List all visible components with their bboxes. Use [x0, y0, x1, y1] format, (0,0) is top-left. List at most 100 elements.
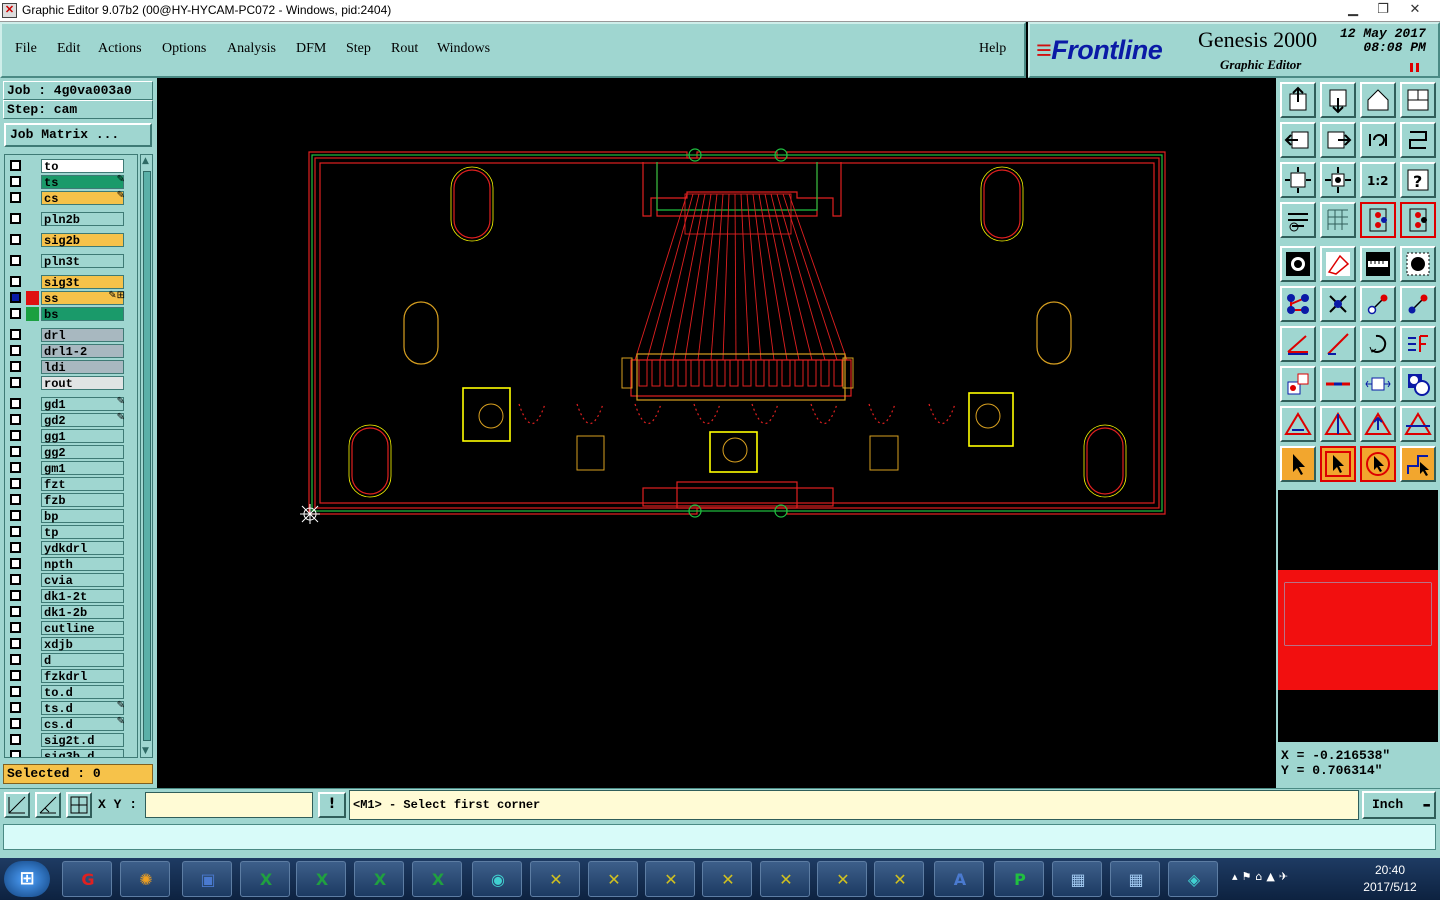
taskbar-genesis-7[interactable]: ✕ — [874, 861, 924, 897]
xy-input[interactable] — [145, 792, 313, 818]
layer-checkbox[interactable] — [10, 377, 21, 388]
layer-checkbox[interactable] — [10, 276, 21, 287]
taskbar-genesis-6[interactable]: ✕ — [817, 861, 867, 897]
layer-checkbox[interactable] — [10, 329, 21, 340]
menu-dfm[interactable]: DFM — [296, 41, 326, 57]
system-tray-icons[interactable]: ▴⚑⌂▲✈ — [1232, 870, 1292, 883]
layer-list[interactable]: to ts ✎ cs ✎ pln2b sig2b pln3t sig3t ss ✎⊞ bs drl drl… — [4, 154, 138, 758]
layer-checkbox[interactable] — [10, 654, 21, 665]
layer-row[interactable]: sig2b — [5, 232, 137, 248]
home-icon[interactable] — [1360, 82, 1396, 118]
scroll-down-icon[interactable]: ▼ — [142, 746, 149, 756]
layer-checkbox[interactable] — [10, 345, 21, 356]
layer-row[interactable]: to — [5, 158, 137, 174]
layer-checkbox[interactable] — [10, 398, 21, 409]
taskbar-app-4[interactable]: X — [240, 861, 290, 897]
layer-name[interactable]: pln3t — [41, 254, 124, 269]
layer-checkbox[interactable] — [10, 734, 21, 745]
layer-row[interactable]: to.d — [5, 684, 137, 700]
layer-row[interactable]: d — [5, 652, 137, 668]
layer-checkbox[interactable] — [10, 558, 21, 569]
add-surface-icon[interactable] — [1400, 246, 1436, 282]
layer-name[interactable]: ts.d — [41, 701, 124, 716]
layer-row[interactable]: ts ✎ — [5, 174, 137, 190]
taskbar-app-9[interactable]: A — [934, 861, 984, 897]
exclamation-icon[interactable]: ! — [318, 792, 346, 818]
layer-checkbox[interactable] — [10, 192, 21, 203]
layer-name[interactable]: cs — [41, 191, 124, 206]
help-question-icon[interactable]: ? — [1400, 162, 1436, 198]
layer-compare-alt-icon[interactable] — [1400, 202, 1436, 238]
layer-row[interactable]: sig3b.d — [5, 748, 137, 757]
layer-row[interactable]: dk1-2b — [5, 604, 137, 620]
layer-name[interactable]: gg2 — [41, 445, 124, 460]
angle-icon[interactable] — [1280, 326, 1316, 362]
layer-row[interactable]: fzb — [5, 492, 137, 508]
layer-name[interactable]: gd1 — [41, 397, 124, 412]
menu-actions[interactable]: Actions — [98, 41, 142, 57]
layer-row[interactable]: dk1-2t — [5, 588, 137, 604]
layer-row[interactable]: tp — [5, 524, 137, 540]
graphic-canvas[interactable] — [157, 78, 1276, 788]
layer-name[interactable]: to.d — [41, 685, 124, 700]
taskbar-app-1[interactable]: G — [62, 861, 112, 897]
taskbar-app-2[interactable]: ✺ — [120, 861, 170, 897]
layer-name[interactable]: fzb — [41, 493, 124, 508]
zoom-in-icon[interactable] — [1280, 82, 1316, 118]
layer-name[interactable]: rout — [41, 376, 124, 391]
layer-name[interactable]: fzkdrl — [41, 669, 124, 684]
layer-row[interactable]: gd1 ✎ — [5, 396, 137, 412]
overview-map[interactable] — [1278, 490, 1438, 742]
layer-name[interactable]: fzt — [41, 477, 124, 492]
redo-view-icon[interactable] — [1400, 122, 1436, 158]
pan-left-icon[interactable] — [1280, 122, 1316, 158]
layer-name[interactable]: xdjb — [41, 637, 124, 652]
taskbar-app-13[interactable]: ◈ — [1168, 861, 1218, 897]
layer-checkbox[interactable] — [10, 361, 21, 372]
taskbar-app-8[interactable]: ◉ — [472, 861, 522, 897]
zoom-fit-icon[interactable] — [1280, 162, 1316, 198]
layer-name[interactable]: drl — [41, 328, 124, 343]
layer-name[interactable]: dk1-2b — [41, 605, 124, 620]
layer-row[interactable]: pln2b — [5, 211, 137, 227]
layer-row[interactable]: ss ✎⊞ — [5, 290, 137, 306]
layer-checkbox[interactable] — [10, 750, 21, 757]
taskbar-genesis-1[interactable]: ✕ — [530, 861, 580, 897]
unit-selector[interactable]: Inch ▬ — [1362, 791, 1436, 819]
layer-name[interactable]: sig2t.d — [41, 733, 124, 748]
taskbar-app-7[interactable]: X — [412, 861, 462, 897]
layer-row[interactable]: gg1 — [5, 428, 137, 444]
line-angle-icon[interactable] — [1320, 326, 1356, 362]
layer-checkbox[interactable] — [10, 160, 21, 171]
move-node-icon[interactable] — [1360, 286, 1396, 322]
grid-snap-icon[interactable] — [66, 792, 92, 818]
layer-row[interactable]: fzt — [5, 476, 137, 492]
layer-checkbox[interactable] — [10, 686, 21, 697]
select-pointer-icon[interactable] — [1280, 446, 1316, 482]
layer-checkbox[interactable] — [10, 255, 21, 266]
layer-checkbox[interactable] — [10, 292, 21, 303]
minimize-button[interactable]: ▁ — [1340, 1, 1366, 19]
layer-row[interactable]: rout — [5, 375, 137, 391]
layer-name[interactable]: sig3b.d — [41, 749, 124, 757]
layer-name[interactable]: d — [41, 653, 124, 668]
layer-checkbox[interactable] — [10, 478, 21, 489]
layer-name[interactable]: ydkdrl — [41, 541, 124, 556]
connect-nodes-icon[interactable] — [1280, 286, 1316, 322]
taskbar-app-5[interactable]: X — [296, 861, 346, 897]
delete-node-icon[interactable] — [1320, 286, 1356, 322]
layer-row[interactable]: npth — [5, 556, 137, 572]
menu-edit[interactable]: Edit — [57, 41, 80, 57]
layer-checkbox[interactable] — [10, 234, 21, 245]
undo-view-icon[interactable] — [1360, 122, 1396, 158]
layer-row[interactable]: xdjb — [5, 636, 137, 652]
layer-name[interactable]: tp — [41, 525, 124, 540]
arc-icon[interactable] — [1360, 326, 1396, 362]
triangle-up-icon[interactable] — [1360, 406, 1396, 442]
menu-windows[interactable]: Windows — [437, 41, 490, 57]
menu-file[interactable]: File — [15, 41, 37, 57]
layer-name[interactable]: cutline — [41, 621, 124, 636]
pause-icon[interactable] — [1410, 63, 1419, 72]
layer-checkbox[interactable] — [10, 510, 21, 521]
layer-checkbox[interactable] — [10, 702, 21, 713]
